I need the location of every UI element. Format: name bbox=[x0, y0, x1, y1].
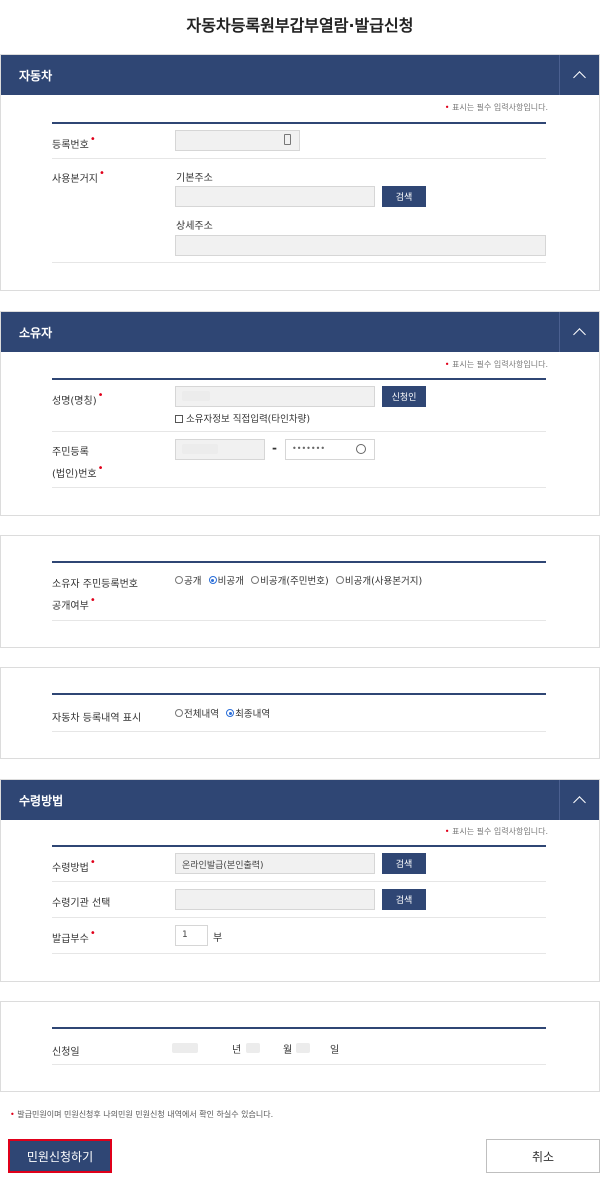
apply-date-form-top-border bbox=[52, 1027, 546, 1029]
masked-value bbox=[182, 444, 218, 454]
radio-icon[interactable] bbox=[251, 576, 260, 584]
divider bbox=[52, 917, 546, 918]
owner-id-label-2: (법인)번호• bbox=[52, 463, 104, 480]
vehicle-form-top-border bbox=[52, 122, 546, 124]
disclosure-option-private-address[interactable]: 비공개(사용본거지) bbox=[335, 576, 426, 587]
reg-number-input[interactable] bbox=[175, 130, 300, 151]
detail-address-label: 상세주소 bbox=[176, 221, 213, 232]
collapse-button[interactable] bbox=[559, 312, 599, 352]
receipt-form-top-border bbox=[52, 845, 546, 847]
receipt-method-value: 온라인발급(본인출력) bbox=[182, 861, 264, 871]
copies-label: 발급부수• bbox=[52, 928, 96, 945]
location-label: 사용본거지• bbox=[52, 168, 105, 185]
disclosure-panel bbox=[0, 535, 600, 648]
owner-id-label-1: 주민등록 bbox=[52, 447, 89, 458]
receipt-agency-label: 수령기관 선택 bbox=[52, 898, 111, 909]
address-search-button[interactable]: 검색 bbox=[382, 186, 426, 207]
divider bbox=[52, 262, 546, 263]
divider bbox=[52, 881, 546, 882]
year-unit: 년 bbox=[232, 1045, 242, 1056]
disclosure-label-2: 공개여부• bbox=[52, 595, 96, 612]
collapse-button[interactable] bbox=[559, 55, 599, 95]
disclosure-options: 공개 비공개 비공개(주민번호) 비공개(사용본거지) bbox=[175, 573, 426, 587]
divider bbox=[52, 731, 546, 732]
disclosure-label-1: 소유자 주민등록번호 bbox=[52, 579, 138, 590]
footer-note: • 발급민원이며 민원신청후 나의민원 민원신청 내역에서 확인 하실수 있습니… bbox=[10, 1110, 274, 1119]
masked-value bbox=[182, 391, 210, 401]
divider bbox=[52, 431, 546, 432]
direct-input-checkbox[interactable] bbox=[175, 414, 183, 423]
history-option-all[interactable]: 전체내역 bbox=[175, 709, 223, 720]
receipt-panel-title: 수령방법 bbox=[19, 794, 64, 808]
receipt-agency-field[interactable] bbox=[175, 889, 375, 910]
chevron-up-icon bbox=[573, 71, 586, 84]
masked-day bbox=[296, 1043, 310, 1053]
required-note: • 표시는 필수 입력사항입니다. bbox=[444, 103, 548, 112]
radio-icon[interactable] bbox=[175, 709, 183, 717]
copies-value: 1 bbox=[182, 930, 188, 940]
masked-month bbox=[246, 1043, 260, 1053]
disclosure-option-public[interactable]: 공개 bbox=[175, 576, 205, 587]
direct-input-label: 소유자정보 직접입력(타인차량) bbox=[186, 414, 311, 425]
owner-id-back-value: ••••••• bbox=[292, 444, 326, 453]
submit-button[interactable]: 민원신청하기 bbox=[8, 1139, 112, 1173]
receipt-agency-search-button[interactable]: 검색 bbox=[382, 889, 426, 910]
receipt-panel-header: 수령방법 bbox=[1, 780, 599, 820]
required-note: • 표시는 필수 입력사항입니다. bbox=[444, 360, 548, 369]
owner-form-top-border bbox=[52, 378, 546, 380]
receipt-method-label: 수령방법• bbox=[52, 857, 96, 874]
copies-input[interactable]: 1 bbox=[175, 925, 208, 946]
radio-selected-icon[interactable] bbox=[226, 709, 235, 717]
chevron-up-icon bbox=[573, 328, 586, 341]
collapse-button[interactable] bbox=[559, 780, 599, 820]
cancel-button[interactable]: 취소 bbox=[486, 1139, 600, 1173]
radio-icon[interactable] bbox=[175, 576, 183, 584]
required-note: • 표시는 필수 입력사항입니다. bbox=[444, 827, 548, 836]
vehicle-panel-header: 자동차 bbox=[1, 55, 599, 95]
id-dash: - bbox=[272, 441, 277, 455]
receipt-method-search-button[interactable]: 검색 bbox=[382, 853, 426, 874]
direct-input-option[interactable]: 소유자정보 직접입력(타인차량) bbox=[175, 411, 310, 425]
reg-number-label: 등록번호• bbox=[52, 134, 96, 151]
owner-panel-title: 소유자 bbox=[19, 326, 53, 340]
apply-date-label: 신청일 bbox=[52, 1047, 80, 1058]
history-form-top-border bbox=[52, 693, 546, 695]
basic-address-input[interactable] bbox=[175, 186, 375, 207]
owner-name-label: 성명(명칭)• bbox=[52, 390, 104, 407]
receipt-method-field[interactable]: 온라인발급(본인출력) bbox=[175, 853, 375, 874]
divider bbox=[52, 487, 546, 488]
copies-unit: 부 bbox=[213, 933, 223, 944]
disclosure-form-top-border bbox=[52, 561, 546, 563]
disclosure-option-private-id[interactable]: 비공개(주민번호) bbox=[251, 576, 333, 587]
divider bbox=[52, 620, 546, 621]
detail-address-input[interactable] bbox=[175, 235, 546, 256]
divider bbox=[52, 1064, 546, 1065]
chevron-up-icon bbox=[573, 796, 586, 809]
radio-selected-icon[interactable] bbox=[208, 576, 217, 584]
disclosure-option-private[interactable]: 비공개 bbox=[208, 576, 248, 587]
month-unit: 월 bbox=[283, 1045, 293, 1056]
owner-name-input[interactable] bbox=[175, 386, 375, 407]
history-option-latest[interactable]: 최종내역 bbox=[226, 709, 274, 720]
vehicle-panel-title: 자동차 bbox=[19, 69, 53, 83]
owner-id-back-input[interactable]: ••••••• bbox=[285, 439, 375, 460]
applicant-button[interactable]: 신청인 bbox=[382, 386, 426, 407]
radio-icon[interactable] bbox=[335, 576, 344, 584]
keypad-icon[interactable] bbox=[356, 444, 366, 454]
history-label: 자동차 등록내역 표시 bbox=[52, 713, 142, 724]
divider bbox=[52, 158, 546, 159]
divider bbox=[52, 953, 546, 954]
day-unit: 일 bbox=[330, 1045, 340, 1056]
owner-panel-header: 소유자 bbox=[1, 312, 599, 352]
page-title: 자동차등록원부갑부열람·발급신청 bbox=[186, 16, 414, 35]
basic-address-label: 기본주소 bbox=[176, 173, 213, 184]
owner-id-front-input[interactable] bbox=[175, 439, 265, 460]
masked-year bbox=[172, 1043, 198, 1053]
history-options: 전체내역 최종내역 bbox=[175, 706, 274, 720]
keypad-icon[interactable] bbox=[284, 134, 291, 145]
